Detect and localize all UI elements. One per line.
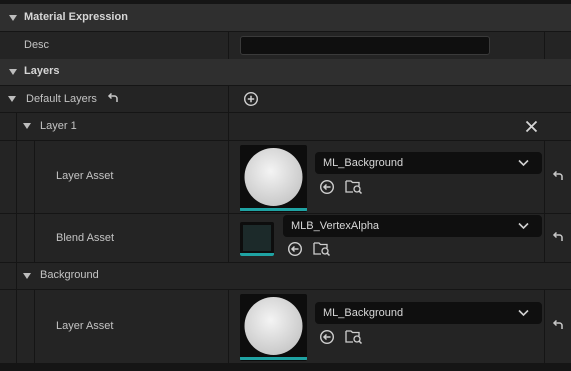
default-layers-row: Default Layers <box>0 86 571 112</box>
blend-combo[interactable]: MLB_VertexAlpha <box>283 215 542 237</box>
layer1-blend-asset-row: Blend Asset MLB_VertexAlpha <box>0 214 571 262</box>
indent-line <box>16 113 17 140</box>
layer1-title: Layer 1 <box>40 120 77 132</box>
column-divider <box>228 113 229 140</box>
asset-type-bar <box>240 253 274 256</box>
reset-column-divider <box>544 214 545 262</box>
asset-combo[interactable]: ML_Background <box>315 302 542 324</box>
blend-thumbnail[interactable] <box>240 222 274 256</box>
use-selected-icon[interactable] <box>319 329 335 345</box>
category-title: Material Expression <box>24 11 128 23</box>
caret-down-icon[interactable] <box>9 15 17 21</box>
caret-down-icon[interactable] <box>9 69 17 75</box>
asset-type-bar <box>240 208 307 211</box>
chevron-down-icon <box>518 309 529 317</box>
column-divider <box>228 86 229 112</box>
indent-line <box>16 141 17 213</box>
blend-preview <box>243 225 271 251</box>
indent-line <box>16 214 17 262</box>
use-selected-icon[interactable] <box>319 179 335 195</box>
indent-line <box>16 290 17 363</box>
asset-combo[interactable]: ML_Background <box>315 152 542 174</box>
asset-thumbnail[interactable] <box>240 145 307 212</box>
desc-label: Desc <box>24 39 50 51</box>
indent-line <box>34 214 35 262</box>
reset-arrow-icon[interactable] <box>551 319 565 333</box>
default-layers-label: Default Layers <box>26 93 97 105</box>
category-material-expression[interactable]: Material Expression <box>0 4 571 31</box>
chevron-down-icon <box>518 159 529 167</box>
desc-row: Desc <box>0 32 571 59</box>
background-header-row: Background <box>0 263 571 289</box>
chevron-down-icon <box>518 222 529 230</box>
browse-icon[interactable] <box>313 240 331 257</box>
column-divider <box>228 141 229 213</box>
asset-thumbnail[interactable] <box>240 294 307 361</box>
desc-field[interactable] <box>240 36 490 55</box>
layer1-layer-asset-row: Layer Asset ML_Background <box>0 141 571 213</box>
column-divider <box>228 214 229 262</box>
asset-combo-value: ML_Background <box>323 307 404 319</box>
use-selected-icon[interactable] <box>287 241 303 257</box>
indent-line <box>34 290 35 363</box>
caret-down-icon[interactable] <box>23 273 31 279</box>
reset-arrow-icon[interactable] <box>106 92 120 106</box>
column-divider <box>228 290 229 363</box>
close-icon[interactable] <box>525 120 538 133</box>
indent-line <box>16 263 17 289</box>
background-layer-asset-row: Layer Asset ML_Background <box>0 290 571 363</box>
reset-column-divider <box>544 32 545 59</box>
asset-combo-value: ML_Background <box>323 157 404 169</box>
reset-arrow-icon[interactable] <box>551 231 565 245</box>
layer1-header-row: Layer 1 <box>0 113 571 140</box>
indent-line <box>34 141 35 213</box>
browse-icon[interactable] <box>345 178 363 195</box>
caret-down-icon[interactable] <box>23 123 31 129</box>
blend-asset-label: Blend Asset <box>56 232 115 244</box>
layer-asset-label: Layer Asset <box>56 320 114 332</box>
reset-column-divider <box>544 290 545 363</box>
blend-combo-value: MLB_VertexAlpha <box>291 220 380 232</box>
column-divider <box>228 32 229 59</box>
category-title: Layers <box>24 65 60 77</box>
add-circle-icon[interactable] <box>243 91 259 107</box>
category-layers[interactable]: Layers <box>0 59 571 85</box>
reset-column-divider <box>544 141 545 213</box>
background-title: Background <box>40 269 99 281</box>
layer-asset-label: Layer Asset <box>56 170 114 182</box>
asset-type-bar <box>240 357 307 360</box>
caret-down-icon[interactable] <box>8 96 16 102</box>
browse-icon[interactable] <box>345 328 363 345</box>
reset-arrow-icon[interactable] <box>551 170 565 184</box>
